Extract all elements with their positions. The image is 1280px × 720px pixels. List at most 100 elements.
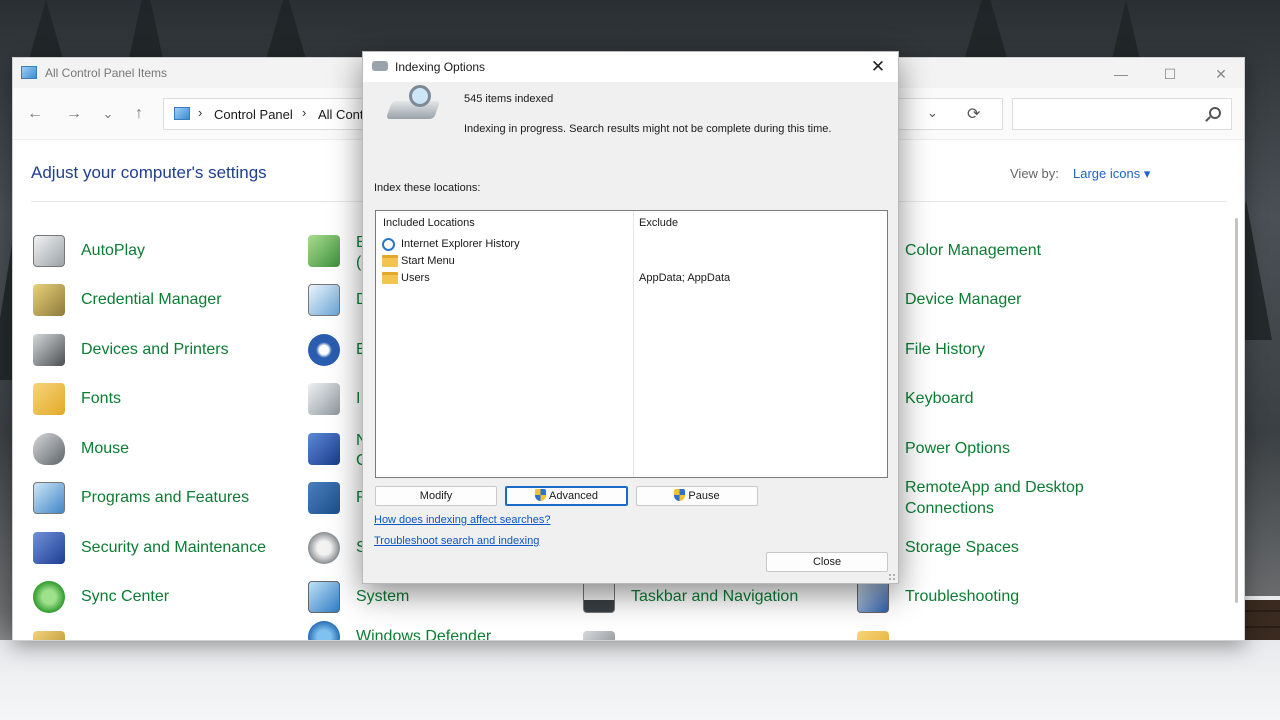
list-item[interactable]: Start Menu [376, 253, 887, 270]
fonts-folder-icon [33, 383, 65, 415]
item-label: Security and Maintenance [81, 539, 266, 556]
troubleshooting-icon [857, 581, 889, 613]
ie-icon [382, 238, 395, 251]
item-label: Color Management [905, 242, 1042, 259]
close-icon[interactable]: ✕ [864, 55, 892, 79]
indexing-status: Indexing in progress. Search results mig… [464, 123, 832, 135]
resize-grip[interactable] [888, 573, 896, 581]
calendar-icon [308, 284, 340, 316]
indexing-icon [308, 383, 340, 415]
sync-icon [33, 581, 65, 613]
item-label: Power Options [905, 440, 1010, 457]
column-header-exclude[interactable]: Exclude [639, 217, 678, 229]
breadcrumb-control-panel[interactable]: Control Panel [214, 107, 293, 122]
address-bar-end[interactable]: ⌄ ⟳ [899, 98, 1003, 130]
item-icon [33, 631, 65, 640]
uac-shield-icon [674, 489, 686, 501]
list-item[interactable]: Internet Explorer History [376, 236, 887, 253]
location-name: Start Menu [401, 255, 455, 267]
firewall-icon [308, 621, 340, 640]
item-label: ( [356, 254, 362, 271]
item-label: Keyboard [905, 390, 974, 407]
taskbar-icon [583, 581, 615, 613]
item-label: AutoPlay [81, 242, 146, 259]
uac-shield-icon [535, 489, 547, 501]
chevron-down-icon[interactable]: ⌄ [927, 105, 938, 121]
item-label: Windows Defender [356, 628, 492, 641]
item-label: RemoteApp and Desktop [905, 479, 1084, 496]
autoplay-icon [33, 235, 65, 267]
button-label: Advanced [549, 490, 598, 502]
maximize-button[interactable]: ☐ [1147, 63, 1193, 85]
item-label: Programs and Features [81, 489, 250, 506]
button-label: Close [812, 556, 842, 568]
item-label: Fonts [81, 390, 122, 407]
up-arrow-icon[interactable]: ↑ [127, 102, 151, 126]
item-label: Device Manager [905, 291, 1022, 308]
item-label: File History [905, 341, 986, 358]
item-label: Devices and Printers [81, 341, 229, 358]
forward-arrow-icon[interactable]: → [62, 102, 86, 126]
item-icon [857, 631, 889, 640]
indexing-options-dialog: Indexing Options ✕ 545 items indexed Ind… [362, 51, 899, 584]
location-name: Internet Explorer History [401, 238, 520, 250]
search-input[interactable] [1012, 98, 1232, 130]
search-icon [1209, 107, 1221, 119]
button-label: Pause [688, 490, 720, 502]
mouse-icon [33, 433, 65, 465]
item-label: Storage Spaces [905, 539, 1019, 556]
monitor-icon [308, 581, 340, 613]
dialog-title: Indexing Options [395, 60, 486, 74]
vertical-scrollbar[interactable] [1235, 218, 1238, 603]
item-label: I [356, 390, 361, 407]
close-button[interactable]: ✕ [1198, 63, 1244, 85]
minimize-button[interactable]: — [1098, 63, 1144, 85]
breadcrumb-separator: › [302, 105, 307, 120]
control-panel-icon [21, 66, 37, 79]
advanced-button[interactable]: Advanced [505, 486, 628, 506]
items-indexed-count: 545 items indexed [464, 93, 554, 105]
refresh-icon[interactable]: ⟳ [967, 104, 980, 124]
item-label: Connections [905, 500, 994, 517]
modify-button[interactable]: Modify [375, 486, 497, 506]
how-indexing-link[interactable]: How does indexing affect searches? [374, 514, 551, 526]
breadcrumb-all-items[interactable]: All Cont [318, 107, 364, 122]
window-title: All Control Panel Items [45, 66, 168, 80]
list-item[interactable]: Users AppData; AppData [376, 270, 887, 287]
flag-icon [33, 532, 65, 564]
item-label: Sync Center [81, 588, 170, 605]
item-label: Credential Manager [81, 291, 222, 308]
index-locations-label: Index these locations: [374, 182, 481, 194]
recovery-icon [308, 482, 340, 514]
speaker-icon [308, 532, 340, 564]
breadcrumb-separator: › [198, 105, 203, 120]
item-label: System [356, 588, 410, 605]
dialog-titlebar[interactable]: Indexing Options ✕ [363, 52, 898, 82]
network-icon [308, 433, 340, 465]
view-by-label: View by: [1010, 166, 1059, 181]
item-icon [583, 631, 615, 640]
locations-list[interactable]: Included Locations Exclude Internet Expl… [375, 210, 888, 478]
indexing-icon [372, 61, 388, 71]
page-title: Adjust your computer's settings [31, 163, 267, 182]
column-header-included[interactable]: Included Locations [383, 217, 475, 229]
location-exclude: AppData; AppData [639, 272, 731, 284]
printer-icon [33, 334, 65, 366]
recent-locations-icon[interactable]: ⌄ [96, 102, 120, 126]
view-by-dropdown[interactable]: Large icons ▾ [1073, 166, 1150, 182]
indexing-drive-icon [385, 85, 441, 121]
close-button[interactable]: Close [766, 552, 888, 572]
item-label: Taskbar and Navigation [631, 588, 799, 605]
back-arrow-icon[interactable]: ← [23, 102, 47, 126]
folder-icon [382, 255, 398, 267]
bitlocker-icon [308, 235, 340, 267]
pause-button[interactable]: Pause [636, 486, 758, 506]
address-bar[interactable]: › Control Panel › All Cont [163, 98, 373, 130]
folder-icon [382, 272, 398, 284]
troubleshoot-link[interactable]: Troubleshoot search and indexing [374, 535, 539, 547]
item-label: Mouse [81, 440, 130, 457]
control-panel-icon [174, 107, 190, 120]
item-label: Troubleshooting [905, 588, 1020, 605]
button-label: Modify [419, 490, 453, 502]
location-name: Users [401, 272, 430, 284]
